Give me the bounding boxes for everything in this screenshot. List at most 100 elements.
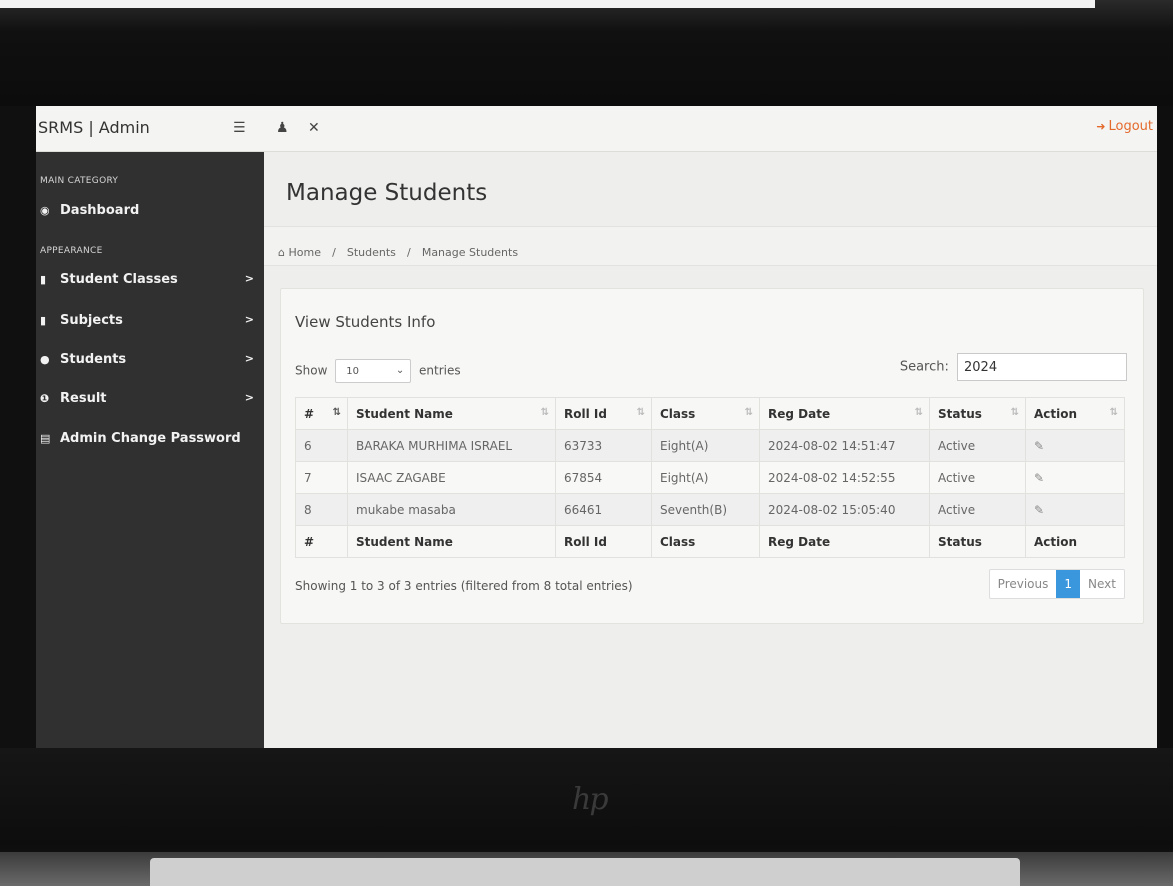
sidebar-item-label: Subjects	[60, 313, 123, 328]
breadcrumb-separator: /	[332, 246, 336, 259]
sidebar-item-admin-change-password[interactable]: ▤ Admin Change Password	[40, 431, 260, 455]
foot-header-roll-id: Roll Id	[555, 525, 652, 558]
laptop-bezel-left	[0, 106, 36, 756]
entries-select[interactable]: 10 ⌄	[335, 359, 412, 383]
col-header-reg-date[interactable]: Reg Date ⇅	[759, 397, 930, 430]
breadcrumb-students[interactable]: Students	[347, 246, 396, 259]
laptop-base-inner	[150, 858, 1020, 886]
students-panel: View Students Info Show 10 ⌄ entries Sea…	[280, 288, 1144, 624]
sort-icon: ⇅	[744, 407, 753, 418]
next-button[interactable]: Next	[1080, 570, 1124, 598]
cell-action: ✎	[1025, 493, 1125, 526]
breadcrumb: ⌂ Home / Students / Manage Students	[264, 226, 1157, 266]
laptop-bezel-top	[0, 0, 1173, 106]
screen: SRMS | Admin ☰ ♟ ✕ ➜ Logout MAIN CATEGORY…	[36, 106, 1157, 748]
col-header-student-name[interactable]: Student Name ⇅	[347, 397, 556, 430]
col-header-roll-id[interactable]: Roll Id ⇅	[555, 397, 652, 430]
sidebar-item-label: Dashboard	[60, 203, 140, 218]
sidebar-item-student-classes[interactable]: ▮ Student Classes >	[40, 272, 260, 296]
foot-header-number: #	[295, 525, 348, 558]
edit-icon[interactable]: ✎	[1034, 439, 1044, 453]
cell-student-name: ISAAC ZAGABE	[347, 461, 556, 494]
cell-status: Active	[929, 461, 1026, 494]
sidebar-item-result[interactable]: ❶ Result >	[40, 391, 260, 415]
table-info: Showing 1 to 3 of 3 entries (filtered fr…	[295, 579, 633, 593]
show-label: Show	[295, 363, 328, 378]
foot-header-reg-date: Reg Date	[759, 525, 930, 558]
col-header-class[interactable]: Class ⇅	[651, 397, 760, 430]
laptop-brand-logo: hp	[572, 782, 609, 817]
page-1-button[interactable]: 1	[1056, 570, 1081, 598]
list-icon[interactable]: ☰	[233, 120, 246, 136]
table-row: 7 ISAAC ZAGABE 67854 Eight(A) 2024-08-02…	[295, 461, 1125, 494]
sidebar-category-appearance: APPEARANCE	[40, 246, 103, 256]
edit-icon[interactable]: ✎	[1034, 503, 1044, 517]
cell-status: Active	[929, 493, 1026, 526]
app-title[interactable]: SRMS | Admin	[38, 118, 150, 137]
chevron-right-icon: >	[244, 313, 254, 326]
cell-reg-date: 2024-08-02 14:51:47	[759, 429, 930, 462]
sidebar-item-dashboard[interactable]: ◉ Dashboard	[40, 203, 260, 227]
cell-student-name: mukabe masaba	[347, 493, 556, 526]
file-icon: ▮	[40, 273, 47, 286]
search-label: Search:	[899, 359, 949, 375]
col-header-status[interactable]: Status ⇅	[929, 397, 1026, 430]
edit-icon[interactable]: ✎	[1034, 471, 1044, 485]
laptop-bezel-right	[1157, 106, 1173, 756]
cell-action: ✎	[1025, 461, 1125, 494]
file-icon: ▮	[40, 314, 47, 327]
sort-icon: ⇅	[636, 407, 645, 418]
foot-header-status: Status	[929, 525, 1026, 558]
cell-action: ✎	[1025, 429, 1125, 462]
table-header-row: # ⇅ Student Name ⇅ Roll Id ⇅ Class ⇅ Reg Dat…	[295, 397, 1125, 430]
sidebar-item-subjects[interactable]: ▮ Subjects >	[40, 313, 260, 337]
chevron-right-icon: >	[244, 272, 254, 285]
breadcrumb-current: Manage Students	[421, 246, 519, 259]
cell-reg-date: 2024-08-02 14:52:55	[759, 461, 930, 494]
foot-header-class: Class	[651, 525, 760, 558]
users-icon: ●	[40, 353, 50, 366]
table-row: 6 BARAKA MURHIMA ISRAEL 63733 Eight(A) 2…	[295, 429, 1125, 462]
chevron-down-icon: ⌄	[395, 365, 405, 376]
previous-button[interactable]: Previous	[990, 570, 1057, 598]
col-header-action[interactable]: Action ⇅	[1025, 397, 1125, 430]
main-content: Manage Students ⌂ Home / Students / Mana…	[264, 152, 1157, 748]
topbar: SRMS | Admin ☰ ♟ ✕ ➜ Logout	[36, 106, 1157, 152]
sort-icon: ⇅	[1010, 407, 1019, 418]
expand-icon[interactable]: ✕	[308, 120, 320, 136]
sort-asc-icon: ⇅	[332, 407, 341, 418]
entries-select-value: 10	[346, 366, 359, 377]
cell-number: 7	[295, 461, 348, 494]
user-icon[interactable]: ♟	[276, 120, 289, 136]
sort-icon: ⇅	[540, 407, 549, 418]
sidebar-category-main: MAIN CATEGORY	[40, 176, 119, 186]
cell-roll-id: 66461	[555, 493, 652, 526]
breadcrumb-home[interactable]: Home	[288, 246, 320, 259]
sort-icon: ⇅	[1109, 407, 1118, 418]
chevron-right-icon: >	[244, 352, 254, 365]
cell-class: Seventh(B)	[651, 493, 760, 526]
foot-header-student-name: Student Name	[347, 525, 556, 558]
sidebar: MAIN CATEGORY ◉ Dashboard APPEARANCE ▮ Stu…	[36, 152, 264, 748]
col-header-number[interactable]: # ⇅	[295, 397, 348, 430]
panel-title: View Students Info	[295, 313, 436, 331]
page-title: Manage Students	[286, 180, 488, 206]
foot-header-action: Action	[1025, 525, 1125, 558]
cell-class: Eight(A)	[651, 429, 760, 462]
home-icon: ⌂	[278, 246, 289, 259]
chevron-right-icon: >	[244, 391, 254, 404]
search-input[interactable]	[957, 353, 1127, 381]
cell-number: 8	[295, 493, 348, 526]
sidebar-item-label: Students	[60, 352, 127, 367]
table-icon: ▤	[40, 432, 51, 445]
table-row: 8 mukabe masaba 66461 Seventh(B) 2024-08…	[295, 493, 1125, 526]
logout-link[interactable]: ➜ Logout	[1096, 119, 1153, 134]
length-control: Show 10 ⌄ entries	[295, 359, 461, 383]
sidebar-item-label: Admin Change Password	[60, 431, 241, 446]
sort-icon: ⇅	[914, 407, 923, 418]
cell-student-name: BARAKA MURHIMA ISRAEL	[347, 429, 556, 462]
sidebar-item-students[interactable]: ● Students >	[40, 352, 260, 376]
logout-label: Logout	[1108, 119, 1153, 134]
search-control: Search:	[900, 353, 1127, 381]
table-footer-row: # Student Name Roll Id Class Reg Date St…	[295, 525, 1125, 558]
